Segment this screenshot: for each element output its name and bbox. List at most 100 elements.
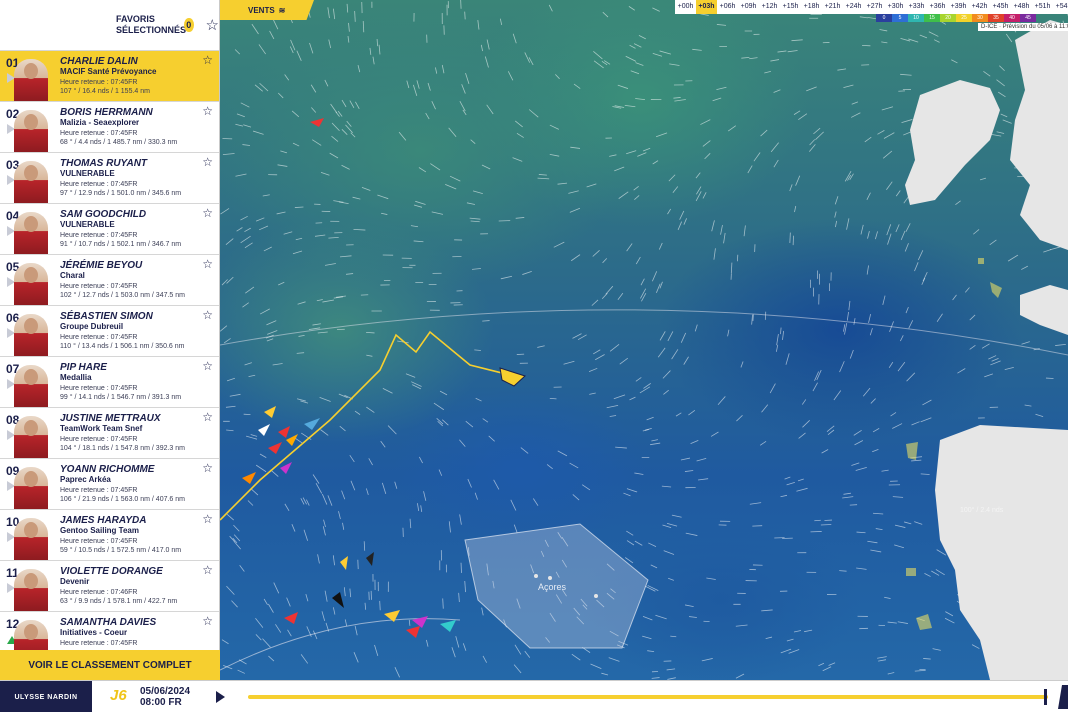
legend-swatch: 40 [1004, 14, 1020, 22]
skipper-row[interactable]: 02 BORIS HERRMANN Malizia - Seaexplorer Heu… [0, 101, 219, 152]
skipper-row[interactable]: 03 THOMAS RUYANT VULNERABLE Heure retenue :… [0, 152, 219, 203]
timeline-step[interactable]: +42h [969, 0, 990, 14]
boat-marker[interactable] [440, 620, 456, 632]
timeline-step[interactable]: +36h [927, 0, 948, 14]
star-icon[interactable]: ☆ [202, 359, 213, 373]
skipper-name: SÉBASTIEN SIMON [60, 311, 153, 322]
boat-marker[interactable] [366, 552, 374, 566]
star-icon[interactable]: ☆ [206, 16, 219, 34]
timeline-step[interactable]: +09h [738, 0, 759, 14]
boat-marker[interactable] [406, 626, 420, 638]
skipper-row[interactable]: 12 SAMANTHA DAVIES Initiatives - Coeur Heur… [0, 611, 219, 650]
full-ranking-button[interactable]: VOIR LE CLASSEMENT COMPLET [0, 650, 220, 680]
skipper-name: PIP HARE [60, 362, 107, 373]
skipper-stats: 91 ° / 10.7 nds / 1 502.1 nm / 346.7 nm [60, 241, 182, 248]
star-icon[interactable]: ☆ [202, 461, 213, 475]
star-icon[interactable]: ☆ [202, 308, 213, 322]
wind-speed-legend: 0 5 10 15 20 25 30 35 40 45 [876, 14, 1036, 22]
boat-marker[interactable] [310, 118, 324, 127]
legend-swatch: 20 [940, 14, 956, 22]
report-time: Heure retenue : 07:45FR [60, 436, 138, 443]
report-time: Heure retenue : 07:45FR [60, 232, 138, 239]
land-iberia [935, 425, 1068, 680]
skipper-avatar [14, 416, 48, 458]
boat-marker[interactable] [280, 462, 292, 474]
favorites-header[interactable]: FAVORIS SÉLECTIONNÉS 0 ☆ [0, 0, 219, 50]
skipper-stats: 97 ° / 12.9 nds / 1 501.0 nm / 345.6 nm [60, 190, 182, 197]
timeline-step[interactable]: +00h [675, 0, 696, 14]
skipper-row[interactable]: 01 CHARLIE DALIN MACIF Santé Prévoyance Heu… [0, 50, 219, 101]
boat-marker[interactable] [332, 592, 344, 608]
forecast-timeline: +00h +03h +06h +09h +12h +15h +18h +21h +24h +27h… [675, 0, 1068, 14]
skipper-name: YOANN RICHOMME [60, 464, 155, 475]
leader-boat[interactable] [499, 367, 526, 387]
timeline-step[interactable]: +45h [990, 0, 1011, 14]
timeline-step[interactable]: +12h [759, 0, 780, 14]
timeline-step[interactable]: +21h [822, 0, 843, 14]
boat-name: Gentoo Sailing Team [60, 526, 139, 535]
winds-button[interactable]: VENTS ≋ [220, 0, 314, 20]
skipper-avatar [14, 467, 48, 509]
skipper-row[interactable]: 07 PIP HARE Medallia Heure retenue : 07:45F… [0, 356, 219, 407]
skipper-name: SAM GOODCHILD [60, 209, 147, 220]
boat-marker[interactable] [268, 442, 282, 454]
boat-marker[interactable] [258, 424, 270, 436]
star-icon[interactable]: ☆ [202, 206, 213, 220]
report-time: Heure retenue : 07:46FR [60, 589, 138, 596]
skipper-row[interactable]: 11 VIOLETTE DORANGE Devenir Heure retenue :… [0, 560, 219, 611]
star-icon[interactable]: ☆ [202, 257, 213, 271]
timeline-step[interactable]: +18h [801, 0, 822, 14]
boat-marker[interactable] [264, 406, 276, 418]
timeline-step[interactable]: +51h [1032, 0, 1053, 14]
timeline-handle[interactable] [1044, 689, 1047, 705]
skipper-row[interactable]: 05 JÉRÉMIE BEYOU Charal Heure retenue : 07:… [0, 254, 219, 305]
star-icon[interactable]: ☆ [202, 410, 213, 424]
skipper-row[interactable]: 06 SÉBASTIEN SIMON Groupe Dubreuil Heure re… [0, 305, 219, 356]
skipper-name: THOMAS RUYANT [60, 158, 148, 169]
wind-map[interactable]: Açores 100° / 2.4 nds [220, 0, 1068, 680]
skipper-avatar [14, 212, 48, 254]
star-icon[interactable]: ☆ [202, 53, 213, 67]
boat-name: Devenir [60, 577, 90, 586]
skipper-row[interactable]: 04 SAM GOODCHILD VULNERABLE Heure retenue :… [0, 203, 219, 254]
boat-marker[interactable] [278, 426, 290, 438]
legend-swatch: 5 [892, 14, 908, 22]
report-time: Heure retenue : 07:45FR [60, 283, 138, 290]
boat-name: Medallia [60, 373, 92, 382]
timeline-step[interactable]: +48h [1011, 0, 1032, 14]
report-time: Heure retenue : 07:45FR [60, 334, 138, 341]
timeline-step[interactable]: +30h [885, 0, 906, 14]
timeline-step[interactable]: +54h [1053, 0, 1068, 14]
star-icon[interactable]: ☆ [202, 614, 213, 628]
playback-bar: ULYSSE NARDIN J6 05/06/2024 08:00 FR [0, 680, 1068, 712]
timeline-step[interactable]: +03h [696, 0, 717, 14]
timeline-progress[interactable] [248, 695, 1048, 699]
boat-marker[interactable] [284, 612, 298, 624]
star-icon[interactable]: ☆ [202, 563, 213, 577]
skipper-row[interactable]: 09 YOANN RICHOMME Paprec Arkéa Heure retenu… [0, 458, 219, 509]
star-icon[interactable]: ☆ [202, 104, 213, 118]
skipper-row[interactable]: 10 JAMES HARAYDA Gentoo Sailing Team Heure … [0, 509, 219, 560]
timeline-step[interactable]: +15h [780, 0, 801, 14]
timeline-step[interactable]: +39h [948, 0, 969, 14]
star-icon[interactable]: ☆ [202, 155, 213, 169]
leader-track [220, 330, 511, 521]
timeline-step[interactable]: +24h [843, 0, 864, 14]
boat-marker[interactable] [286, 434, 298, 446]
boat-name: MACIF Santé Prévoyance [60, 67, 157, 76]
skipper-name: JÉRÉMIE BEYOU [60, 260, 143, 271]
azores-island [594, 594, 598, 598]
boat-marker[interactable] [412, 616, 428, 628]
play-button[interactable] [216, 691, 225, 703]
boat-marker[interactable] [242, 472, 256, 484]
boat-name: VULNERABLE [60, 169, 115, 178]
report-time: Heure retenue : 07:45FR [60, 640, 138, 647]
boat-marker[interactable] [304, 418, 320, 430]
legend-swatch: 10 [908, 14, 924, 22]
boat-marker[interactable] [340, 556, 348, 570]
star-icon[interactable]: ☆ [202, 512, 213, 526]
timeline-step[interactable]: +27h [864, 0, 885, 14]
timeline-step[interactable]: +06h [717, 0, 738, 14]
timeline-step[interactable]: +33h [906, 0, 927, 14]
skipper-row[interactable]: 08 JUSTINE METTRAUX TeamWork Team Snef Heur… [0, 407, 219, 458]
